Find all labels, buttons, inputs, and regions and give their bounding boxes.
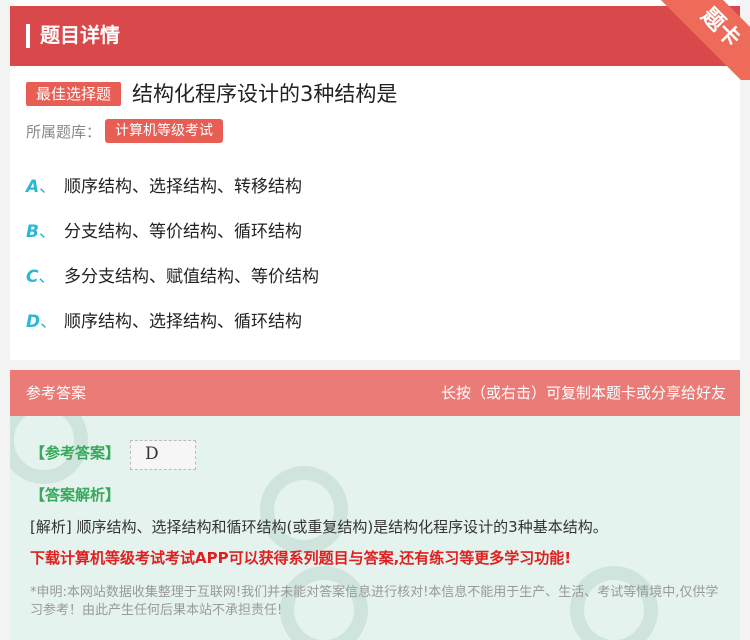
page-header: 题目详情 xyxy=(10,6,740,66)
bank-label: 所属题库： xyxy=(26,123,102,141)
option-text: 顺序结构、选择结构、转移结构 xyxy=(64,177,302,197)
option-d[interactable]: D、 顺序结构、选择结构、循环结构 xyxy=(26,307,302,337)
option-letter: C、 xyxy=(26,267,56,287)
option-letter: D、 xyxy=(26,312,58,332)
option-letter: A、 xyxy=(26,177,57,197)
answer-body: 【参考答案】 D 【答案解析】 [解析] 顺序结构、选择结构和循环结构(或重复结… xyxy=(10,416,740,640)
option-text: 顺序结构、选择结构、循环结构 xyxy=(64,312,302,332)
share-hint: 长按（或右击）可复制本题卡或分享给好友 xyxy=(440,384,726,402)
analysis-label: 【答案解析】 xyxy=(30,486,121,504)
analysis-text: [解析] 顺序结构、选择结构和循环结构(或重复结构)是结构化程序设计的3种基本结… xyxy=(30,518,608,536)
option-b[interactable]: B、 分支结构、等价结构、循环结构 xyxy=(26,217,302,247)
option-text: 多分支结构、赋值结构、等价结构 xyxy=(64,267,319,287)
watermark-logo xyxy=(260,466,348,554)
ref-answer-box: D xyxy=(130,440,196,470)
question-title: 结构化程序设计的3种结构是 xyxy=(132,82,398,106)
ref-answer-label: 【参考答案】 xyxy=(30,444,121,462)
option-text: 分支结构、等价结构、循环结构 xyxy=(64,222,302,242)
ref-answer-value: D xyxy=(145,444,159,464)
promo-text[interactable]: 下载计算机等级考试考试APP可以获得系列题目与答案,还有练习等更多学习功能! xyxy=(30,547,571,569)
answer-header-title: 参考答案 xyxy=(26,384,87,402)
corner-ribbon-wrap: 题卡 xyxy=(640,0,750,80)
header-accent-bar xyxy=(26,24,30,48)
page-title: 题目详情 xyxy=(40,23,120,47)
option-letter: B、 xyxy=(26,222,56,242)
bank-tag[interactable]: 计算机等级考试 xyxy=(105,119,223,143)
answer-header: 参考答案 长按（或右击）可复制本题卡或分享给好友 xyxy=(10,370,740,416)
option-a[interactable]: A、 顺序结构、选择结构、转移结构 xyxy=(26,172,302,202)
option-c[interactable]: C、 多分支结构、赋值结构、等价结构 xyxy=(26,262,319,292)
corner-ribbon: 题卡 xyxy=(654,0,750,80)
question-type-badge: 最佳选择题 xyxy=(26,82,122,106)
disclaimer-text: *申明:本网站数据收集整理于互联网!我们并未能对答案信息进行核对!本信息不能用于… xyxy=(30,585,719,618)
